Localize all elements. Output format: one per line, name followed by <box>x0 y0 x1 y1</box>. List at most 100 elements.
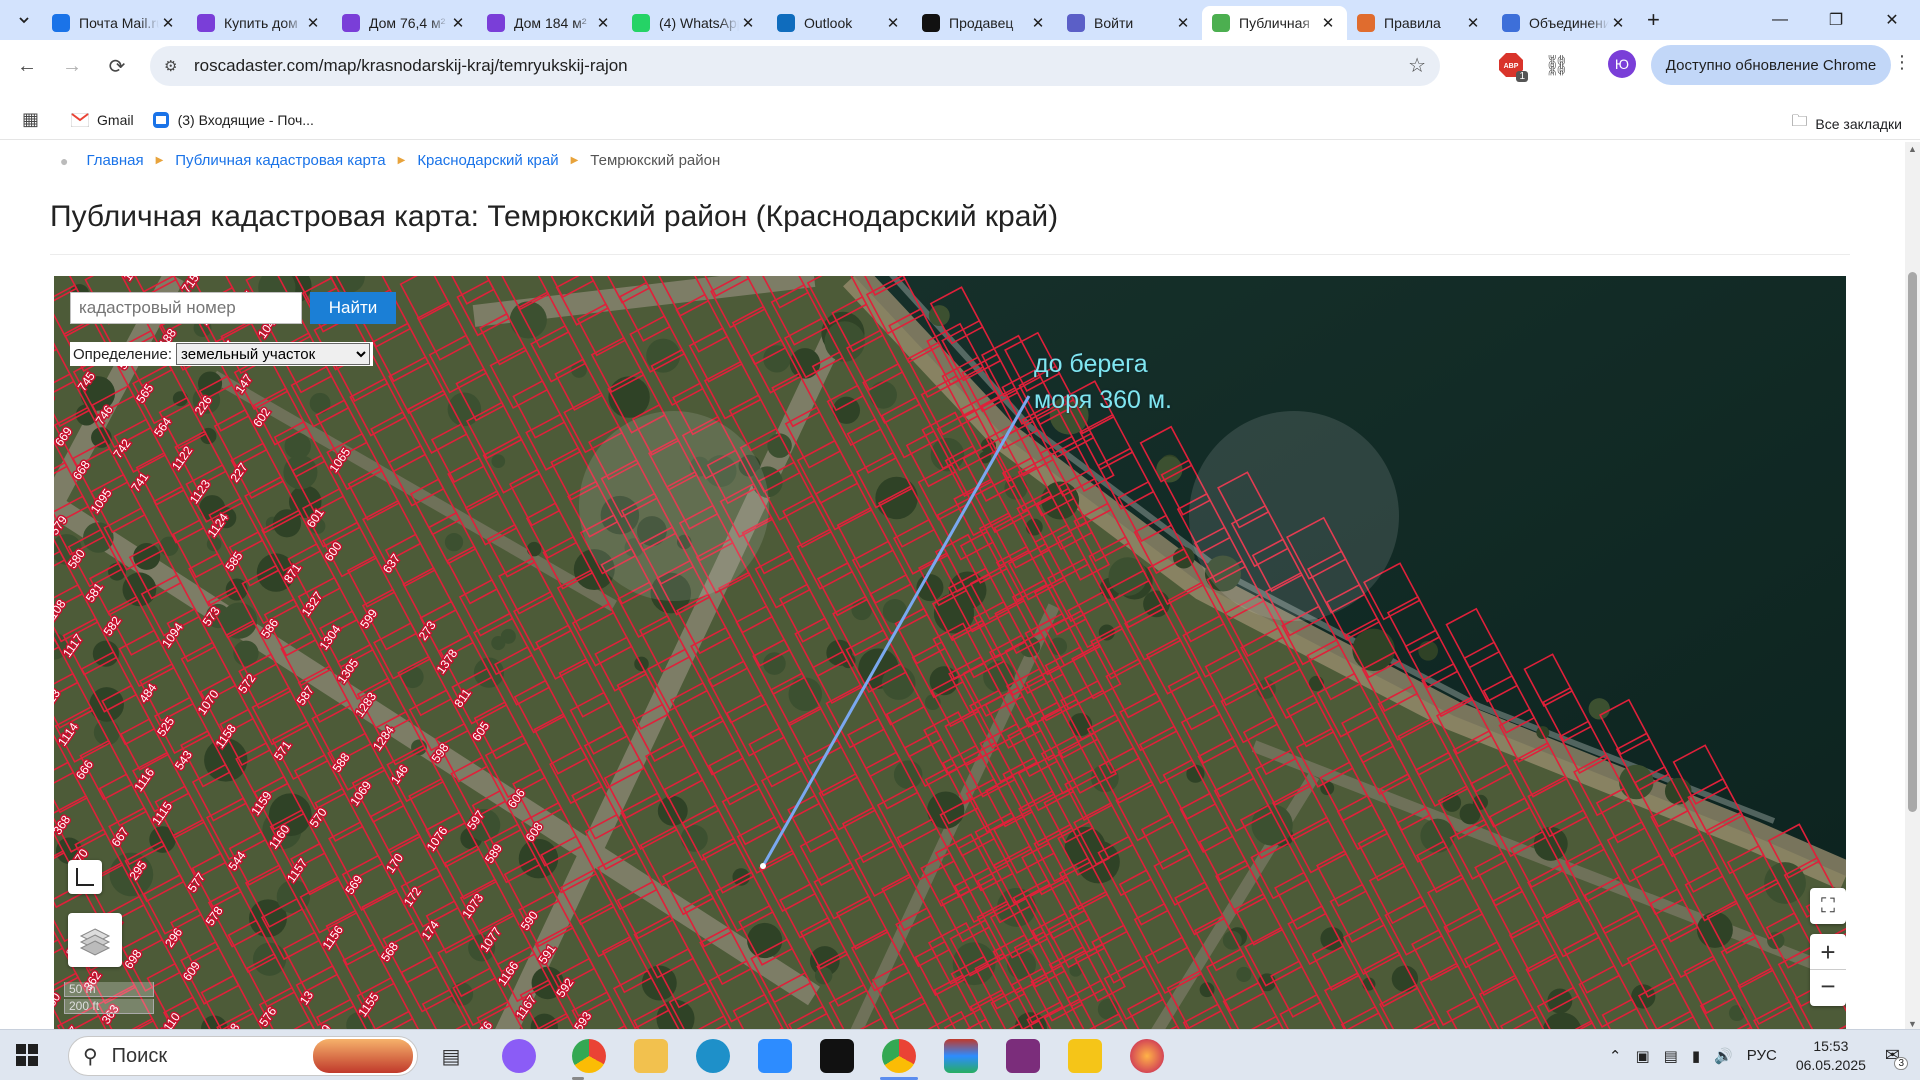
close-window-button[interactable]: ✕ <box>1864 0 1920 40</box>
tree-cover <box>983 660 1015 693</box>
tree-cover <box>1420 818 1455 853</box>
page-scrollbar[interactable]: ▲ ▼ <box>1905 142 1920 1029</box>
divider <box>50 254 1850 255</box>
close-icon[interactable]: ✕ <box>1174 14 1192 32</box>
browser-tab[interactable]: Объединение✕ <box>1492 7 1637 39</box>
restore-button[interactable]: ❐ <box>1808 0 1864 40</box>
language-indicator[interactable]: РУС <box>1747 1047 1777 1064</box>
triangle-right-icon: ▶ <box>155 155 164 166</box>
start-button[interactable] <box>16 1044 38 1069</box>
close-icon[interactable]: ✕ <box>594 14 612 32</box>
fullscreen-button[interactable]: ⛶ <box>1810 888 1846 924</box>
tab-search-dropdown[interactable] <box>12 8 36 32</box>
close-icon[interactable]: ✕ <box>739 14 757 32</box>
close-icon[interactable]: ✕ <box>1609 14 1627 32</box>
url-text[interactable]: roscadaster.com/map/krasnodarskij-kraj/t… <box>194 56 628 76</box>
satellite-map[interactable]: 3603773763793623633653663683706976981110… <box>54 276 1846 1029</box>
extensions-button[interactable]: ⛓ <box>1542 50 1572 80</box>
clock-time: 15:53 <box>1813 1037 1849 1054</box>
winrar-icon[interactable] <box>944 1039 978 1073</box>
tab-list: Почта Mail.ru ✕ Купить дом ✕ Дом 76,4 м² ✕ Дом… <box>42 0 1637 40</box>
firefox-icon[interactable] <box>1130 1039 1164 1073</box>
site-info-icon[interactable]: ⚙ <box>164 57 184 75</box>
breadcrumb-home[interactable]: Главная <box>86 152 143 169</box>
battery-icon[interactable]: ▮ <box>1692 1047 1700 1065</box>
browser-tab[interactable]: Продавец ✕ <box>912 7 1057 39</box>
browser-tab[interactable]: Купить дом ✕ <box>187 7 332 39</box>
minimize-button[interactable]: — <box>1752 0 1808 40</box>
tab-title: Войти <box>1094 15 1134 31</box>
chrome-icon[interactable] <box>572 1039 606 1073</box>
scroll-down-arrow[interactable]: ▼ <box>1905 1019 1920 1029</box>
address-bar[interactable]: ⚙ roscadaster.com/map/krasnodarskij-kraj… <box>150 46 1440 86</box>
clock[interactable]: 15:53 06.05.2025 <box>1796 1037 1866 1075</box>
taskbar-search[interactable]: ⚲ Поиск <box>68 1036 418 1076</box>
layers-button[interactable] <box>68 913 122 967</box>
definition-select[interactable]: земельный участок <box>176 343 371 365</box>
video-player-icon[interactable] <box>1068 1039 1102 1073</box>
apps-grid-icon[interactable]: ▦ <box>22 109 39 130</box>
close-icon[interactable]: ✕ <box>1319 14 1337 32</box>
scroll-up-arrow[interactable]: ▲ <box>1905 144 1920 154</box>
bookmark-star-icon[interactable]: ☆ <box>1408 53 1426 78</box>
chevron-down-icon <box>19 17 29 24</box>
cadastral-number-input[interactable] <box>70 292 302 324</box>
zoom-in-button[interactable]: + <box>1810 934 1846 970</box>
breadcrumb-cadastral-map[interactable]: Публичная кадастровая карта <box>175 152 385 169</box>
task-view-icon[interactable]: ▤ <box>434 1039 468 1073</box>
menu-icon[interactable]: ⋮ <box>1893 52 1911 73</box>
extension-abp[interactable]: ABP 1 <box>1496 50 1528 82</box>
close-icon[interactable]: ✕ <box>449 14 467 32</box>
tree-cover <box>133 542 161 570</box>
browser-tab[interactable]: Войти ✕ <box>1057 7 1202 39</box>
display-icon[interactable]: ▤ <box>1664 1047 1678 1065</box>
copilot-icon[interactable] <box>502 1039 536 1073</box>
close-icon[interactable]: ✕ <box>159 14 177 32</box>
cadastral-map[interactable]: 3603773763793623633653663683706976981110… <box>54 276 1846 1029</box>
chrome-update-button[interactable]: Доступно обновление Chrome <box>1651 45 1891 85</box>
browser-tab[interactable]: Дом 76,4 м² ✕ <box>332 7 477 39</box>
close-icon[interactable]: ✕ <box>1464 14 1482 32</box>
close-icon[interactable]: ✕ <box>884 14 902 32</box>
fullscreen-icon: ⛶ <box>1821 894 1835 917</box>
square-icon <box>922 14 940 32</box>
arrow-right-icon: → <box>62 54 82 77</box>
reload-button[interactable]: ⟳ <box>100 49 134 83</box>
close-icon[interactable]: ✕ <box>1029 14 1047 32</box>
forward-button[interactable]: → <box>55 49 89 83</box>
scroll-thumb[interactable] <box>1908 272 1917 812</box>
meet-icon[interactable]: ▣ <box>1635 1047 1649 1065</box>
browser-tab[interactable]: Дом 184 м² ✕ <box>477 7 622 39</box>
bookmark-gmail[interactable]: Gmail <box>71 112 134 128</box>
chrome-profile-icon[interactable] <box>882 1039 916 1073</box>
volume-icon[interactable]: 🔊 <box>1714 1047 1733 1065</box>
browser-tab[interactable]: (4) WhatsApp ✕ <box>622 7 767 39</box>
file-explorer-icon[interactable] <box>634 1039 668 1073</box>
browser-tab[interactable]: Outlook ✕ <box>767 7 912 39</box>
system-tray: ⌃ ▣ ▤ ▮ 🔊 РУС 15:53 06.05.2025 ✉ 3 <box>1602 1030 1920 1081</box>
profile-avatar[interactable]: Ю <box>1608 50 1636 78</box>
map-scale: 50 m 200 ft <box>64 982 154 1016</box>
new-tab-button[interactable]: + <box>1647 7 1660 33</box>
find-button[interactable]: Найти <box>310 292 396 324</box>
chevron-up-icon[interactable]: ⌃ <box>1609 1047 1622 1065</box>
browser-tab[interactable]: Почта Mail.ru ✕ <box>42 7 187 39</box>
close-icon[interactable]: ✕ <box>304 14 322 32</box>
edge-icon[interactable] <box>696 1039 730 1073</box>
zoom-app-icon[interactable] <box>758 1039 792 1073</box>
breadcrumb-region[interactable]: Краснодарский край <box>417 152 558 169</box>
zoom-out-button[interactable]: − <box>1810 970 1846 1006</box>
back-button[interactable]: ← <box>10 49 44 83</box>
tree-cover <box>928 305 950 327</box>
bookmark-mail-inbox[interactable]: (3) Входящие - Поч... <box>152 111 314 129</box>
all-bookmarks-button[interactable]: 🗀 Все закладки <box>1791 110 1902 137</box>
browser-tab[interactable]: Публичная ✕ <box>1202 6 1347 40</box>
puzzle-icon: ⛓ <box>1544 54 1570 77</box>
measure-button[interactable] <box>68 860 102 894</box>
teamviewer-icon[interactable] <box>820 1039 854 1073</box>
mail-icon <box>52 14 70 32</box>
annotation-line: моря 360 м. <box>1034 386 1172 414</box>
notifications-icon[interactable]: ✉ 3 <box>1885 1045 1908 1070</box>
browser-tab[interactable]: Правила ✕ <box>1347 7 1492 39</box>
pdf-app-icon[interactable] <box>1006 1039 1040 1073</box>
